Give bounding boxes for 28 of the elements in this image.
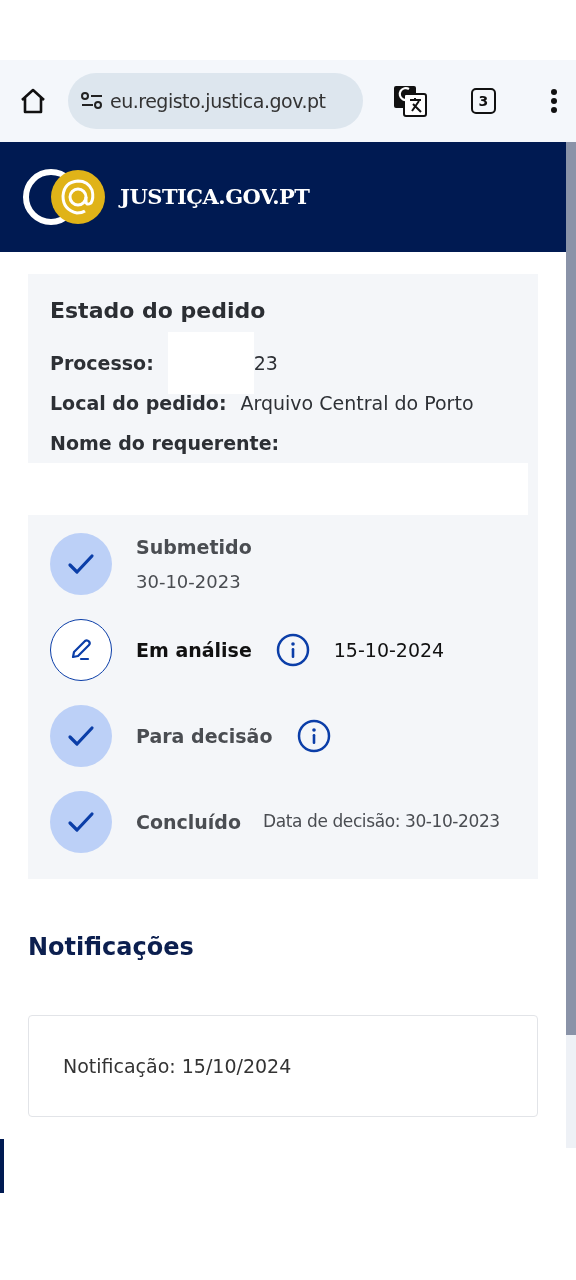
step-label: Concluído (136, 809, 241, 835)
step-date: Data de decisão: 30-10-2023 (263, 810, 500, 834)
side-marker (0, 1139, 4, 1193)
url-text: eu.registo.justica.gov.pt (110, 88, 326, 114)
step-label: Submetido (136, 535, 252, 561)
field-value: 23 (253, 350, 278, 376)
address-bar[interactable]: eu.registo.justica.gov.pt (68, 73, 363, 129)
menu-icon[interactable] (550, 88, 558, 114)
field-label: Local do pedido: (50, 390, 227, 416)
notification-card[interactable]: Notificação: 15/10/2024 (28, 1015, 538, 1117)
scrollbar-thumb[interactable] (566, 142, 576, 1035)
info-icon[interactable] (275, 633, 310, 667)
card-title: Estado do pedido (50, 297, 267, 325)
step-date: 15-10-2024 (333, 637, 445, 663)
step-label: Em análise (136, 637, 252, 663)
field-label: Processo: (50, 350, 154, 376)
site-name[interactable]: JUSTIÇA.GOV.PT (120, 181, 310, 213)
notification-text: Notificação: 15/10/2024 (63, 1053, 292, 1079)
logo-icon[interactable] (22, 168, 106, 226)
field-value: Arquivo Central do Porto (240, 390, 474, 416)
step-label: Para decisão (136, 723, 273, 749)
section-title: Notificações (28, 932, 195, 963)
site-settings-icon[interactable] (80, 91, 104, 111)
tab-count-button[interactable]: 3 (470, 88, 496, 114)
translate-icon[interactable] (392, 85, 427, 117)
field-label: Nome do requerente: (50, 430, 280, 456)
step-date: 30-10-2023 (136, 569, 242, 594)
info-icon[interactable] (296, 719, 331, 753)
